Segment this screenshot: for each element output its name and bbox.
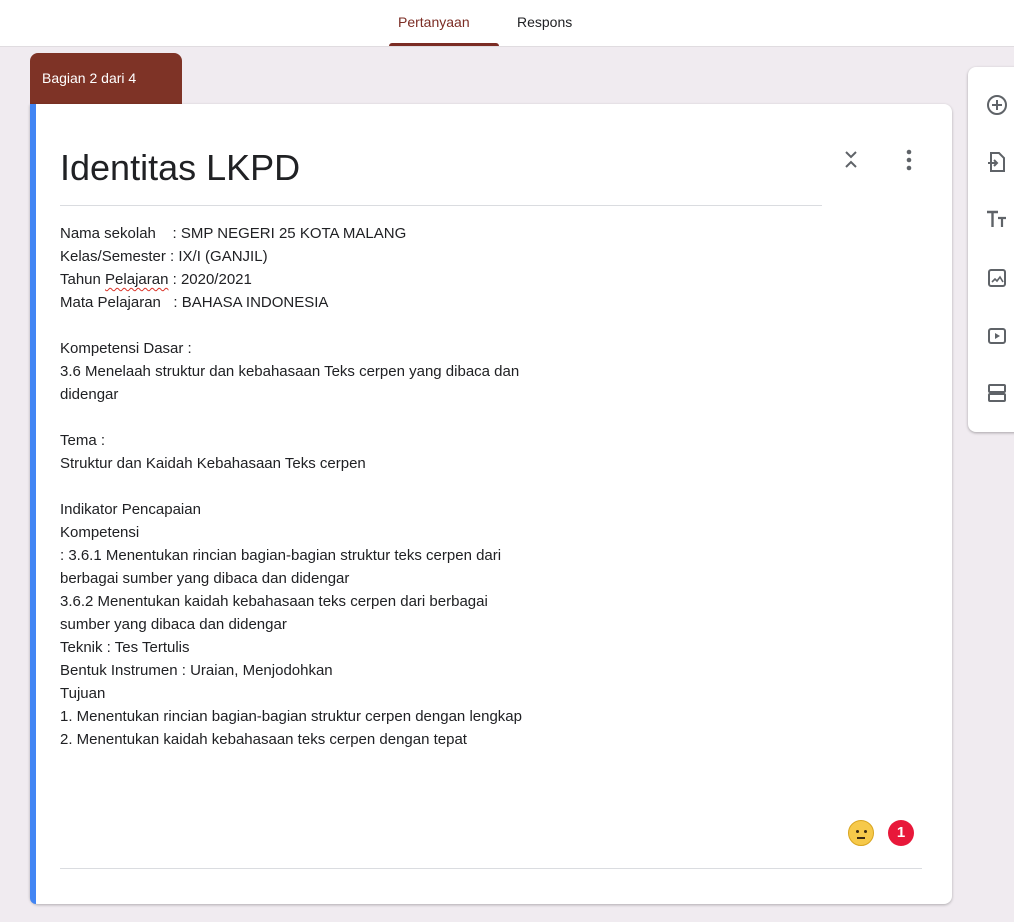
description-line: : 3.6.1 Menentukan rincian bagian-bagian… (60, 547, 502, 564)
collapse-section-button[interactable] (838, 146, 864, 180)
more-vert-icon (906, 149, 912, 171)
description-blank-line (60, 314, 780, 337)
description-line: 2. Menentukan kaidah kebahasaan teks cer… (60, 731, 467, 748)
active-card-indicator (30, 104, 36, 904)
description-line: Indikator Pencapaian (60, 501, 201, 518)
description-line: Bentuk Instrumen : Uraian, Menjodohkan (60, 662, 333, 679)
description-line: berbagai sumber yang dibaca dan didengar (60, 570, 350, 587)
add-question-button[interactable] (984, 92, 1010, 118)
title-underline (60, 205, 822, 206)
tab-pertanyaan[interactable]: Pertanyaan (398, 12, 470, 32)
description-line: Kelas/Semester : IX/I (GANJIL) (60, 248, 268, 265)
form-tab-bar: Pertanyaan Respons (0, 0, 1014, 47)
issue-count-badge[interactable]: 1 (888, 820, 914, 846)
description-line: Struktur dan Kaidah Kebahasaan Teks cerp… (60, 455, 366, 472)
description-line: Tahun Pelajaran : 2020/2021 (60, 271, 252, 288)
active-tab-indicator (389, 43, 499, 46)
neutral-face-icon[interactable] (848, 820, 874, 846)
section-card[interactable]: Identitas LKPD Nama sekolah : SMP NEGERI… (30, 104, 952, 904)
description-line: Mata Pelajaran : BAHASA INDONESIA (60, 294, 329, 311)
description-line: 1. Menentukan rincian bagian-bagian stru… (60, 708, 522, 725)
unfold-less-icon (845, 151, 857, 168)
add-title-button[interactable] (984, 206, 1010, 232)
description-underline (60, 868, 922, 869)
description-line: sumber yang dibaca dan didengar (60, 616, 287, 633)
import-questions-icon (988, 152, 1005, 172)
add-section-button[interactable] (984, 380, 1010, 406)
description-line: Kompetensi (60, 524, 140, 541)
section-title[interactable]: Identitas LKPD (60, 146, 300, 190)
description-blank-line (60, 406, 780, 429)
spellcheck-flagged-word[interactable]: Pelajaran (105, 271, 168, 288)
section-icon (988, 384, 1006, 402)
image-icon (988, 269, 1006, 287)
description-blank-line (60, 475, 780, 498)
description-line: didengar (60, 386, 119, 403)
question-toolbar (968, 67, 1014, 432)
more-options-button[interactable] (896, 146, 922, 180)
description-line: Teknik : Tes Tertulis (60, 639, 190, 656)
description-line: 3.6 Menelaah struktur dan kebahasaan Tek… (60, 363, 520, 380)
description-line: Kompetensi Dasar : (60, 340, 192, 357)
title-text-icon (987, 210, 1006, 227)
tab-respons[interactable]: Respons (517, 12, 572, 32)
add-circle-icon (987, 95, 1007, 115)
add-video-button[interactable] (984, 323, 1010, 349)
import-questions-button[interactable] (984, 149, 1010, 175)
description-line: Nama sekolah : SMP NEGERI 25 KOTA MALANG (60, 225, 407, 242)
add-image-button[interactable] (984, 265, 1010, 291)
section-description[interactable]: Nama sekolah : SMP NEGERI 25 KOTA MALANG… (60, 222, 780, 751)
video-icon (988, 328, 1006, 344)
description-line: Tujuan (60, 685, 106, 702)
description-line: 3.6.2 Menentukan kaidah kebahasaan teks … (60, 593, 488, 610)
description-line: Tema : (60, 432, 106, 449)
section-label: Bagian 2 dari 4 (30, 53, 182, 107)
